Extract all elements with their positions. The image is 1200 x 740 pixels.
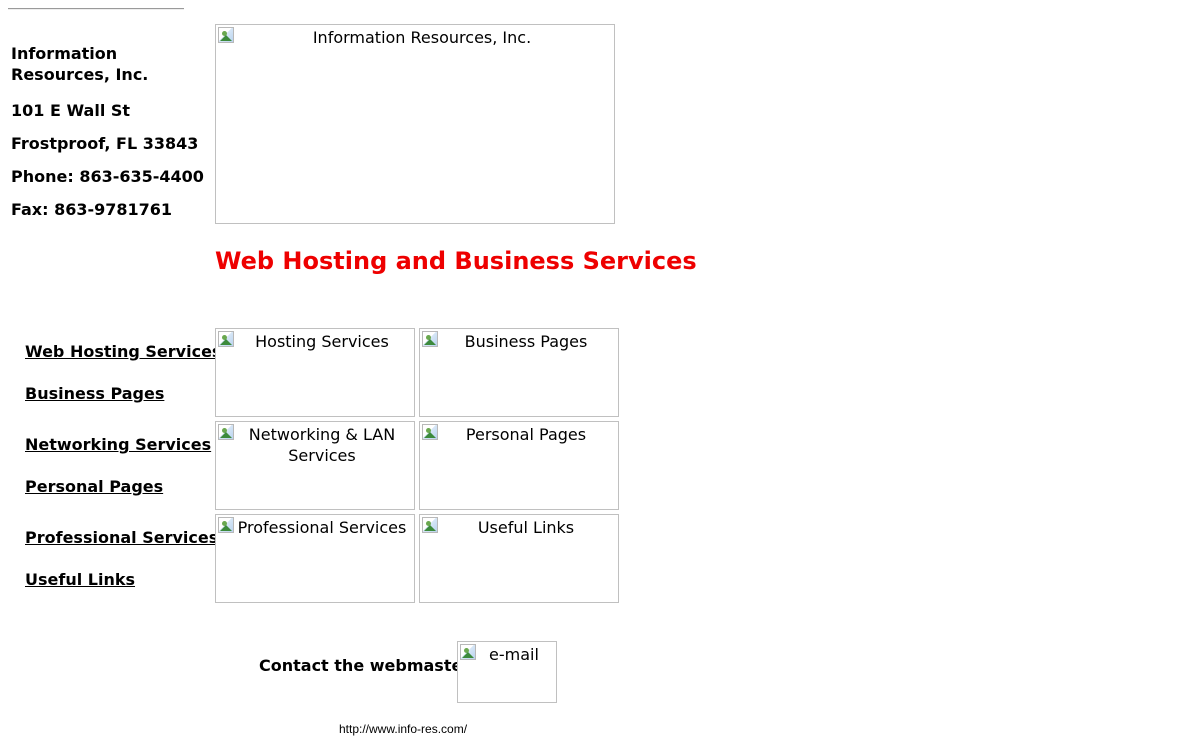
nav-link-networking-services[interactable]: Networking Services [25,434,211,455]
broken-image-icon [218,517,234,533]
broken-image-icon [460,644,476,660]
nav-link-web-hosting-services[interactable]: Web Hosting Services [25,341,221,362]
tile-label: Personal Pages [465,425,587,444]
tile-hosting-services[interactable]: Hosting Services [215,328,415,417]
nav-link-personal-pages[interactable]: Personal Pages [25,476,163,497]
company-logo-alt-text: Information Resources, Inc. [312,28,532,47]
tile-label: Hosting Services [255,332,389,351]
tile-label: Professional Services [237,518,407,537]
tile-label: Useful Links [477,518,575,537]
company-city-state-zip: Frostproof, FL 33843 [11,134,199,153]
page-headline: Web Hosting and Business Services [215,247,697,275]
company-logo-image: Information Resources, Inc. [215,24,615,224]
company-info: Information Resources, Inc. 101 E Wall S… [11,43,207,232]
company-phone: Phone: 863-635-4400 [11,167,204,186]
nav-link-useful-links[interactable]: Useful Links [25,569,135,590]
email-link-image[interactable]: e-mail [457,641,557,703]
tile-professional-services[interactable]: Professional Services [215,514,415,603]
site-url: http://www.info-res.com/ [339,722,468,736]
broken-image-icon [218,331,234,347]
nav-link-business-pages[interactable]: Business Pages [25,383,164,404]
tile-label: Networking & LAN Services [248,425,396,465]
broken-image-icon [422,331,438,347]
company-fax: Fax: 863-9781761 [11,200,173,219]
top-divider [8,8,184,10]
tile-networking-lan-services[interactable]: Networking & LAN Services [215,421,415,510]
tile-personal-pages[interactable]: Personal Pages [419,421,619,510]
nav-link-professional-services[interactable]: Professional Services [25,527,218,548]
broken-image-icon [422,517,438,533]
contact-webmaster-label: Contact the webmaster: [259,656,477,675]
tile-label: Business Pages [464,332,588,351]
broken-image-icon [218,424,234,440]
company-name: Information Resources, Inc. [11,44,149,84]
broken-image-icon [218,27,234,43]
tile-useful-links[interactable]: Useful Links [419,514,619,603]
broken-image-icon [422,424,438,440]
tile-business-pages[interactable]: Business Pages [419,328,619,417]
company-address: 101 E Wall St [11,101,131,120]
